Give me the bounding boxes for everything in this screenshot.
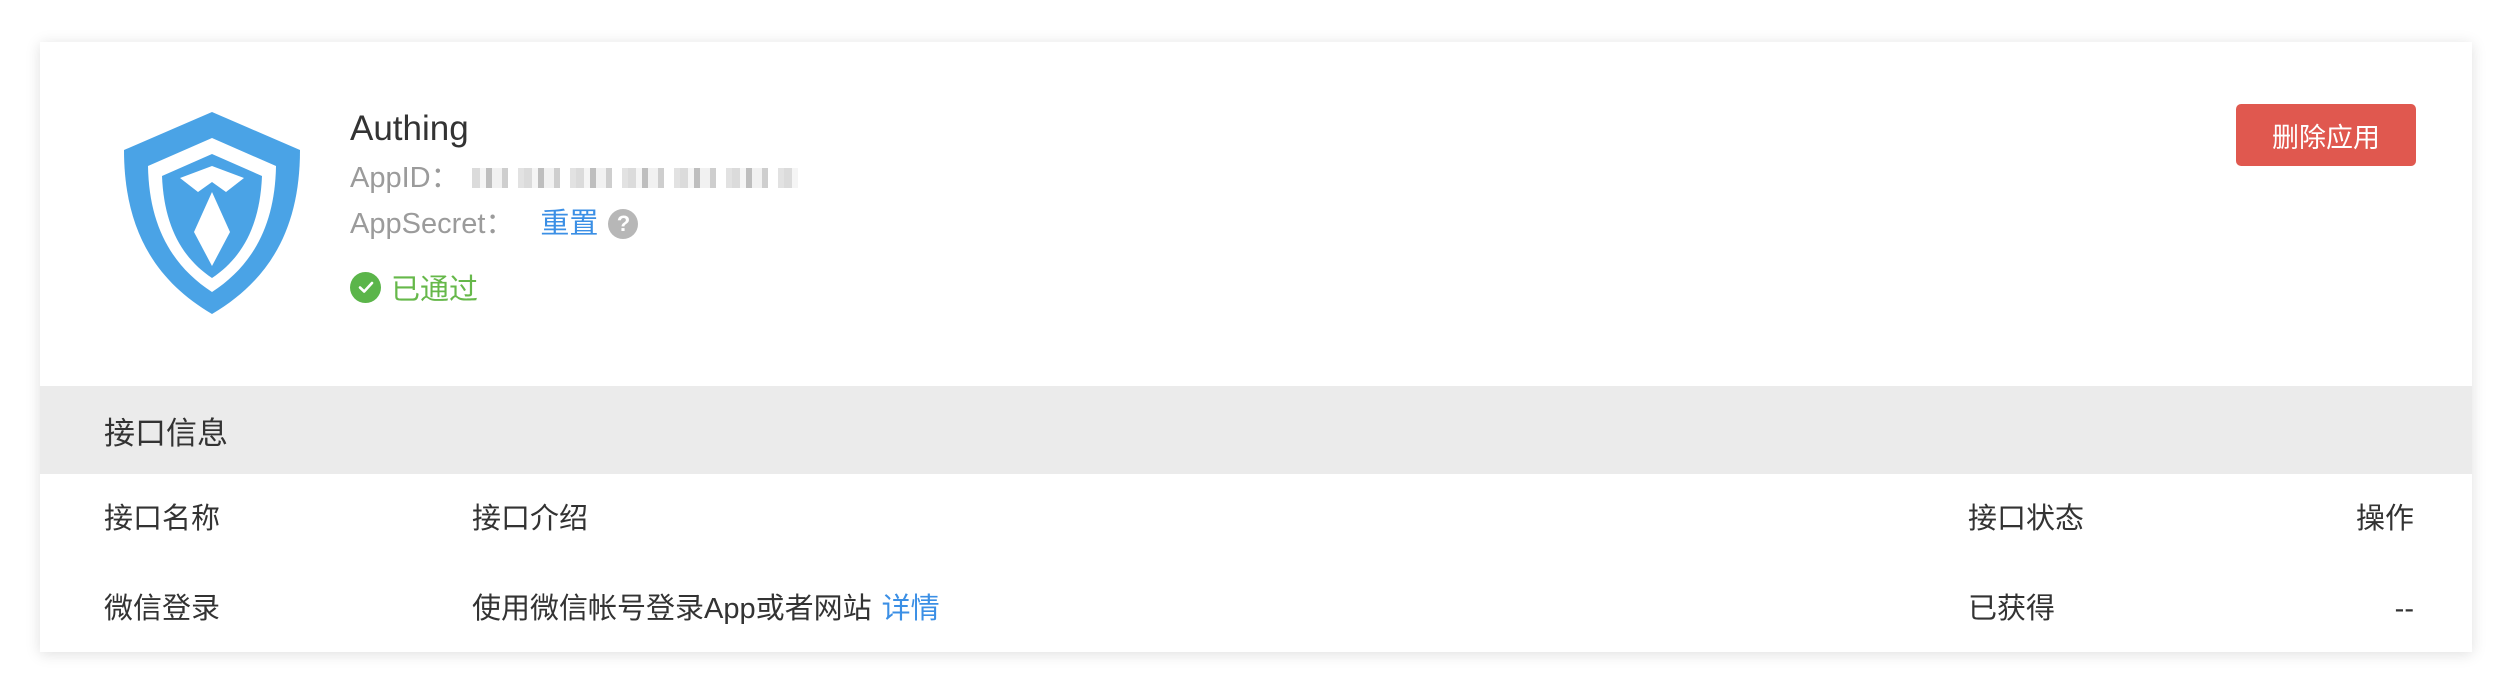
app-detail-card: Authing AppID： AppSecret： 重置 ? 已通过 删除应用 … [40, 42, 2472, 652]
reset-secret-link[interactable]: 重置 [540, 204, 598, 244]
table-header-row: 接口名称 接口介绍 接口状态 操作 [40, 474, 2472, 564]
appsecret-line: AppSecret： 重置 ? [350, 204, 798, 244]
api-description-text: 使用微信帐号登录App或者网站 [472, 593, 872, 625]
help-icon[interactable]: ? [608, 209, 639, 239]
app-name: Authing [350, 109, 469, 148]
api-table: 接口名称 接口介绍 接口状态 操作 微信登录 使用微信帐号登录App或者网站 详情… [40, 474, 2472, 652]
column-header-description: 接口介绍 [472, 503, 589, 535]
column-header-name: 接口名称 [104, 503, 221, 535]
api-action-cell: -- [2394, 593, 2414, 625]
appsecret-label: AppSecret： [350, 208, 515, 240]
table-row: 微信登录 使用微信帐号登录App或者网站 详情 已获得 -- [40, 564, 2472, 652]
appid-line: AppID： [350, 158, 798, 198]
delete-app-button[interactable]: 删除应用 [2236, 104, 2416, 166]
api-description-cell: 使用微信帐号登录App或者网站 详情 [472, 564, 940, 652]
api-section-title: 接口信息 [40, 386, 2472, 474]
approval-status: 已通过 [350, 266, 798, 308]
api-status-cell: 已获得 [1968, 593, 2056, 625]
app-info: Authing AppID： AppSecret： 重置 ? 已通过 [350, 106, 798, 308]
api-name-cell: 微信登录 [104, 593, 221, 625]
app-header: Authing AppID： AppSecret： 重置 ? 已通过 删除应用 [40, 42, 2472, 386]
detail-link[interactable]: 详情 [882, 593, 940, 625]
status-text: 已通过 [391, 274, 479, 306]
appid-label: AppID： [350, 162, 460, 194]
app-logo-shield-icon [124, 112, 300, 314]
check-circle-icon [350, 271, 381, 303]
column-header-status: 接口状态 [1968, 503, 2085, 535]
column-header-action: 操作 [2355, 503, 2414, 535]
appid-masked-value [471, 168, 798, 188]
